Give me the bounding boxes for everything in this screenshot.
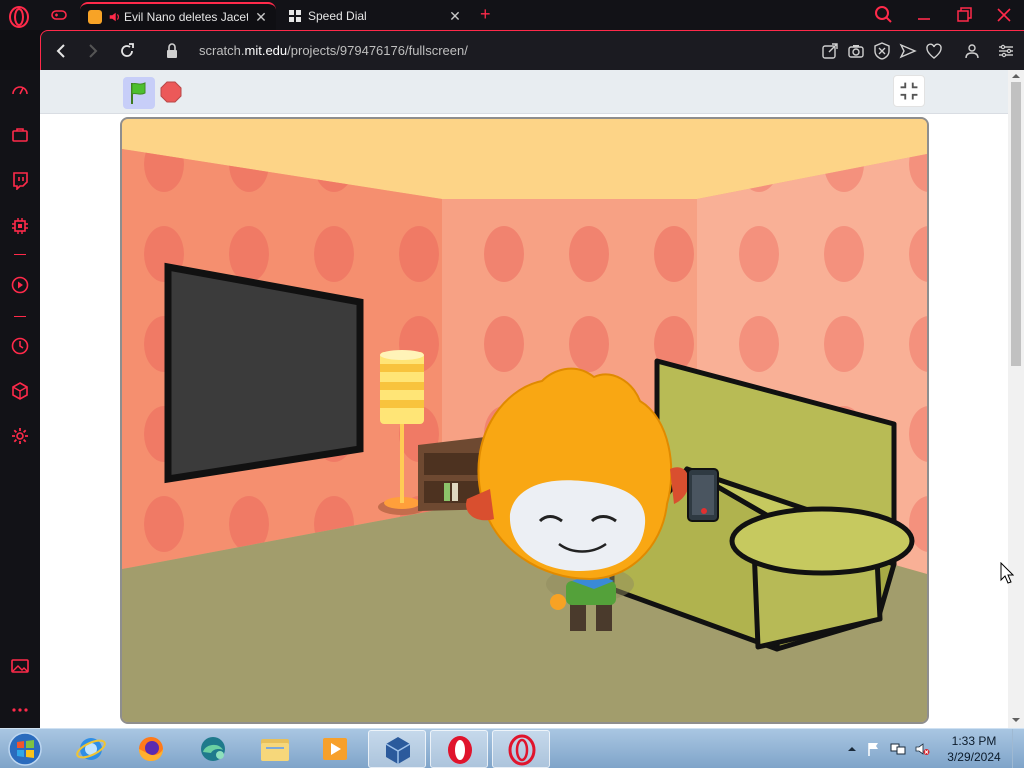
tab-speed-dial[interactable]: Speed Dial ✕ — [280, 2, 470, 30]
opera-gx-icon — [508, 734, 536, 766]
file-explorer-app[interactable] — [246, 730, 304, 768]
gamepad-icon[interactable] — [50, 6, 68, 24]
speedometer-icon[interactable] — [10, 80, 30, 100]
sidebar-divider — [14, 254, 26, 255]
close-tab-icon[interactable]: ✕ — [254, 9, 268, 26]
green-flag-icon — [131, 82, 146, 104]
clock-date: 3/29/2024 — [947, 750, 1001, 764]
tv — [164, 262, 364, 484]
new-tab-button[interactable]: + — [480, 4, 491, 25]
action-center-flag-icon[interactable] — [866, 741, 882, 757]
profile-icon[interactable] — [963, 42, 981, 60]
firefox-icon — [139, 737, 163, 761]
edge-beta-icon — [201, 737, 225, 761]
reload-icon[interactable] — [117, 41, 137, 61]
media-player-icon — [323, 738, 347, 760]
windows-start-icon[interactable] — [6, 731, 44, 767]
opera-gx-app[interactable] — [492, 730, 550, 768]
edge-beta-app[interactable] — [184, 730, 242, 768]
internet-explorer-icon — [76, 738, 106, 760]
tab-label: Evil Nano deletes Jacetl — [124, 10, 248, 24]
twitch-icon[interactable] — [10, 170, 30, 190]
stage-scene — [122, 119, 927, 722]
opera-menu-icon[interactable] — [8, 6, 30, 28]
address-bar: scratch.mit.edu/projects/979476176/fulls… — [40, 30, 1024, 70]
tab-label: Speed Dial — [308, 9, 367, 23]
heart-icon[interactable] — [925, 42, 943, 60]
wallpaper-icon[interactable] — [10, 656, 30, 676]
player-icon[interactable] — [10, 275, 30, 295]
clock-time: 1:33 PM — [951, 734, 997, 748]
search-icon[interactable] — [872, 4, 896, 26]
scroll-thumb[interactable] — [1011, 82, 1021, 366]
vertical-scrollbar[interactable] — [1008, 70, 1024, 728]
lock-icon[interactable] — [165, 41, 179, 61]
send-icon[interactable] — [899, 42, 917, 60]
tab-evil-nano[interactable]: Evil Nano deletes Jacetl ✕ — [80, 2, 276, 30]
gx-corner-icon[interactable] — [10, 125, 30, 145]
history-icon[interactable] — [10, 336, 30, 356]
virtualbox-app[interactable] — [368, 730, 426, 768]
back-icon[interactable] — [51, 41, 71, 61]
scratch-favicon-icon — [88, 10, 102, 24]
sidebar-divider — [14, 316, 26, 317]
minimize-icon[interactable] — [912, 4, 936, 26]
share-icon[interactable] — [821, 42, 839, 60]
more-icon[interactable] — [10, 700, 30, 720]
settings-gear-icon[interactable] — [10, 426, 30, 446]
url-field[interactable]: scratch.mit.edu/projects/979476176/fulls… — [199, 43, 468, 58]
tab-bar: Evil Nano deletes Jacetl ✕ Speed Dial ✕ … — [0, 0, 1024, 30]
adblock-icon[interactable] — [873, 42, 891, 60]
cpu-limiter-icon[interactable] — [10, 216, 30, 236]
mouse-cursor-icon — [1000, 562, 1014, 584]
volume-muted-icon[interactable] — [914, 741, 930, 757]
windows-taskbar: 1:33 PM 3/29/2024 — [0, 728, 1024, 768]
page-content — [40, 70, 1008, 728]
opera-app[interactable] — [430, 730, 488, 768]
camera-icon[interactable] — [847, 42, 865, 60]
url-domain: mit.edu — [244, 43, 288, 58]
folder-icon — [261, 739, 289, 761]
firefox-app[interactable] — [122, 730, 180, 768]
forward-icon[interactable] — [83, 41, 103, 61]
virtualbox-icon — [385, 737, 411, 764]
green-flag-button[interactable] — [123, 77, 155, 109]
extensions-cube-icon[interactable] — [10, 381, 30, 401]
scratch-stage[interactable] — [120, 117, 929, 724]
easy-setup-icon[interactable] — [997, 42, 1015, 60]
url-prefix: scratch. — [199, 43, 245, 58]
exit-fullscreen-button[interactable] — [893, 75, 925, 107]
show-hidden-icons-icon[interactable] — [844, 741, 860, 757]
stop-sign-button[interactable] — [160, 81, 182, 103]
network-icon[interactable] — [890, 741, 906, 757]
sidebar — [0, 70, 40, 728]
close-window-icon[interactable] — [992, 4, 1016, 26]
scroll-down-arrow-icon[interactable] — [1012, 716, 1020, 724]
media-player-app[interactable] — [306, 730, 364, 768]
url-path: /projects/979476176/fullscreen/ — [287, 43, 468, 58]
internet-explorer-app[interactable] — [62, 730, 120, 768]
opera-icon — [448, 736, 472, 764]
shrink-icon — [900, 82, 918, 100]
scratch-controls-bar — [40, 70, 1008, 114]
close-tab-icon[interactable]: ✕ — [448, 8, 462, 25]
restore-icon[interactable] — [952, 4, 976, 26]
speed-dial-icon — [289, 10, 301, 22]
scroll-up-arrow-icon[interactable] — [1012, 72, 1020, 80]
screen: Evil Nano deletes Jacetl ✕ Speed Dial ✕ … — [0, 0, 1024, 768]
speaker-icon[interactable] — [108, 11, 120, 23]
show-desktop-button[interactable] — [1012, 729, 1024, 768]
system-clock[interactable]: 1:33 PM 3/29/2024 — [940, 733, 1008, 765]
